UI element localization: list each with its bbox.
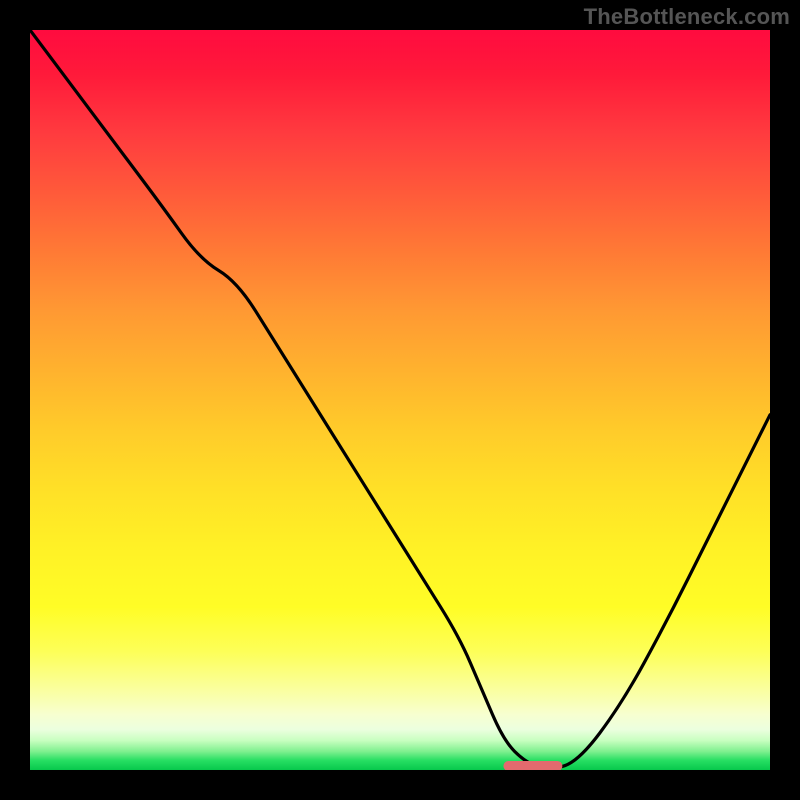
watermark-text: TheBottleneck.com <box>584 4 790 30</box>
optimum-marker <box>504 761 563 770</box>
curve-path <box>30 30 770 768</box>
plot-area <box>30 30 770 770</box>
bottleneck-curve <box>30 30 770 770</box>
chart-frame: TheBottleneck.com <box>0 0 800 800</box>
